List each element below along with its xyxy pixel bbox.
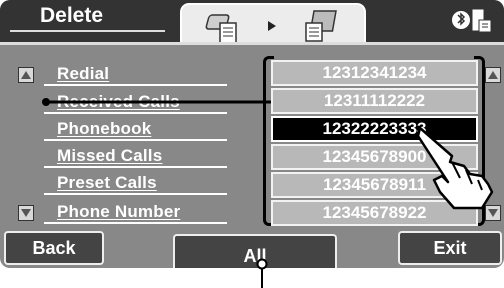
menu-divider	[44, 166, 227, 168]
source-transfer-tab[interactable]	[180, 3, 366, 44]
menu-item-redial[interactable]: Redial	[57, 64, 109, 84]
triangle-up-icon	[21, 71, 31, 79]
menu-item-preset-calls[interactable]: Preset Calls	[57, 173, 157, 193]
title-underline	[10, 30, 165, 32]
menu-divider	[44, 139, 227, 141]
bluetooth-status-icon	[452, 9, 492, 33]
back-button[interactable]: Back	[4, 231, 104, 265]
menu-item-missed-calls[interactable]: Missed Calls	[57, 146, 162, 166]
hand-pointer-icon	[416, 126, 494, 210]
all-callout-line	[256, 258, 268, 288]
callout-line	[42, 98, 274, 106]
menu-divider	[44, 193, 227, 195]
header-divider	[0, 42, 504, 45]
menu-divider	[44, 222, 227, 224]
phone-to-device-icon	[205, 10, 337, 44]
menu-divider	[44, 84, 227, 86]
number-item[interactable]: 12311112222	[271, 88, 478, 114]
triangle-up-icon	[488, 71, 498, 79]
page-title: Delete	[40, 4, 104, 27]
scroll-down-button[interactable]	[18, 205, 34, 221]
phone-delete-screen: Delete Redial Received Calls Phonebook M…	[0, 0, 504, 268]
scroll-up-button[interactable]	[18, 67, 34, 83]
list-scroll-up-button[interactable]	[485, 67, 501, 83]
exit-button[interactable]: Exit	[398, 231, 502, 265]
menu-divider	[44, 112, 227, 114]
triangle-down-icon	[21, 209, 31, 217]
menu-item-phone-number[interactable]: Phone Number	[57, 202, 180, 222]
number-item[interactable]: 12312341234	[271, 60, 478, 86]
menu-item-phonebook[interactable]: Phonebook	[57, 119, 151, 139]
